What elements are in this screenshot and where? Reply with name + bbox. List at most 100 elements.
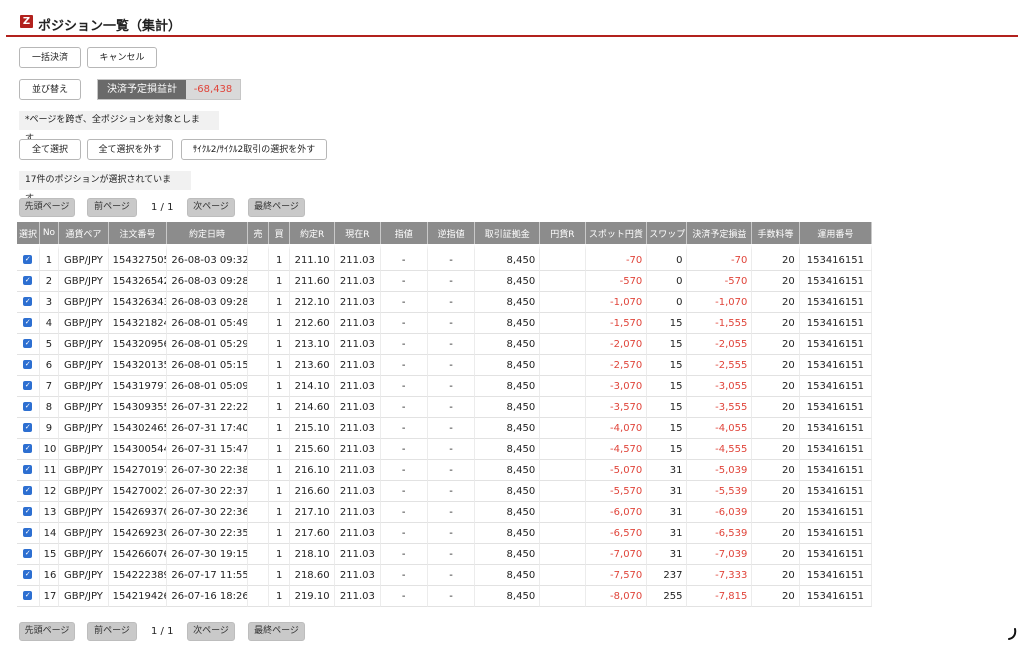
cell-buy: 1 [269, 313, 290, 334]
pager-first-button-bottom[interactable]: 先頭ページ [19, 622, 75, 641]
column-header[interactable]: 約定R [289, 222, 336, 244]
row-select-cell[interactable]: ✓ [17, 271, 40, 292]
column-header[interactable]: 運用番号 [799, 222, 872, 244]
pager-next-button-top[interactable]: 次ページ [187, 198, 235, 217]
pager-last-button-top[interactable]: 最終ページ [248, 198, 305, 217]
checkbox-checked-icon[interactable]: ✓ [23, 276, 33, 285]
row-select-cell[interactable]: ✓ [17, 397, 40, 418]
checkbox-checked-icon[interactable]: ✓ [23, 255, 33, 264]
table-row[interactable]: ✓ 10 GBP/JPY 154300544 26-07-31 15:47 1 215.60… [17, 439, 872, 460]
cell-pnl: -7,333 [687, 565, 753, 586]
cell-limit: - [380, 313, 428, 334]
column-header[interactable]: 通貨ペア [59, 222, 109, 244]
cell-date: 26-07-30 22:38 [167, 460, 248, 481]
cell-order: 154309355 [108, 397, 168, 418]
checkbox-checked-icon[interactable]: ✓ [23, 381, 33, 390]
deselect-all-button[interactable]: 全て選択を外す [87, 139, 173, 160]
column-header[interactable]: 約定日時 [167, 222, 248, 244]
table-row[interactable]: ✓ 11 GBP/JPY 154270197 26-07-30 22:38 1 216.10… [17, 460, 872, 481]
column-header[interactable]: 現在R [335, 222, 381, 244]
cell-date: 26-07-31 22:22 [167, 397, 248, 418]
column-header[interactable]: 逆指値 [427, 222, 476, 244]
cell-pnl: -6,039 [687, 502, 753, 523]
bulk-settle-button[interactable]: 一括決済 [19, 47, 81, 68]
checkbox-checked-icon[interactable]: ✓ [23, 507, 33, 516]
column-header[interactable]: 取引証拠金 [475, 222, 541, 244]
row-select-cell[interactable]: ✓ [17, 355, 40, 376]
checkbox-checked-icon[interactable]: ✓ [23, 297, 33, 306]
table-row[interactable]: ✓ 12 GBP/JPY 154270021 26-07-30 22:37 1 216.60… [17, 481, 872, 502]
cell-date: 26-08-03 09:32 [167, 244, 248, 271]
column-header[interactable]: 指値 [380, 222, 428, 244]
cell-rate: 213.60 [289, 355, 336, 376]
row-select-cell[interactable]: ✓ [17, 313, 40, 334]
checkbox-checked-icon[interactable]: ✓ [23, 402, 33, 411]
table-row[interactable]: ✓ 15 GBP/JPY 154266076 26-07-30 19:15 1 218.10… [17, 544, 872, 565]
cell-stop: - [427, 376, 476, 397]
table-row[interactable]: ✓ 16 GBP/JPY 154222389 26-07-17 11:55 1 218.60… [17, 565, 872, 586]
row-select-cell[interactable]: ✓ [17, 244, 40, 271]
row-select-cell[interactable]: ✓ [17, 439, 40, 460]
checkbox-checked-icon[interactable]: ✓ [23, 423, 33, 432]
column-header[interactable]: 注文番号 [108, 222, 168, 244]
cancel-button[interactable]: キャンセル [87, 47, 157, 68]
checkbox-checked-icon[interactable]: ✓ [23, 360, 33, 369]
table-row[interactable]: ✓ 13 GBP/JPY 154269370 26-07-30 22:36 1 217.10… [17, 502, 872, 523]
table-row[interactable]: ✓ 17 GBP/JPY 154219426 26-07-16 18:26 1 219.10… [17, 586, 872, 607]
cell-swap: 15 [647, 439, 688, 460]
deselect-cycle-button[interactable]: ｻｲｸﾙ2/ｻｲｸﾙ2取引の選択を外す [181, 139, 327, 160]
column-header[interactable]: スワップ [647, 222, 688, 244]
checkbox-checked-icon[interactable]: ✓ [23, 486, 33, 495]
cell-rate: 216.60 [289, 481, 336, 502]
checkbox-checked-icon[interactable]: ✓ [23, 591, 33, 600]
column-header[interactable]: 円貨R [540, 222, 586, 244]
table-row[interactable]: ✓ 1 GBP/JPY 154327505 26-08-03 09:32 1 211.10 2… [17, 244, 872, 271]
pager-prev-button-bottom[interactable]: 前ページ [87, 622, 137, 641]
row-select-cell[interactable]: ✓ [17, 292, 40, 313]
table-row[interactable]: ✓ 4 GBP/JPY 154321824 26-08-01 05:49 1 212.60 2… [17, 313, 872, 334]
table-row[interactable]: ✓ 7 GBP/JPY 154319797 26-08-01 05:09 1 214.10 2… [17, 376, 872, 397]
table-row[interactable]: ✓ 14 GBP/JPY 154269230 26-07-30 22:35 1 217.60… [17, 523, 872, 544]
row-select-cell[interactable]: ✓ [17, 544, 40, 565]
cell-stop: - [427, 565, 476, 586]
row-select-cell[interactable]: ✓ [17, 502, 40, 523]
table-row[interactable]: ✓ 5 GBP/JPY 154320956 26-08-01 05:29 1 213.10 2… [17, 334, 872, 355]
checkbox-checked-icon[interactable]: ✓ [23, 570, 33, 579]
table-row[interactable]: ✓ 3 GBP/JPY 154326343 26-08-03 09:28 1 212.10 2… [17, 292, 872, 313]
table-row[interactable]: ✓ 6 GBP/JPY 154320135 26-08-01 05:15 1 213.60 2… [17, 355, 872, 376]
row-select-cell[interactable]: ✓ [17, 460, 40, 481]
cell-rate: 212.60 [289, 313, 336, 334]
row-select-cell[interactable]: ✓ [17, 418, 40, 439]
pager-last-button-bottom[interactable]: 最終ページ [248, 622, 305, 641]
pager-next-button-bottom[interactable]: 次ページ [187, 622, 235, 641]
column-header[interactable]: 手数料等 [752, 222, 800, 244]
table-row[interactable]: ✓ 2 GBP/JPY 154326542 26-08-03 09:28 1 211.60 2… [17, 271, 872, 292]
cell-swap: 31 [647, 523, 688, 544]
row-select-cell[interactable]: ✓ [17, 334, 40, 355]
column-header[interactable]: 決済予定損益 [687, 222, 753, 244]
checkbox-checked-icon[interactable]: ✓ [23, 465, 33, 474]
checkbox-checked-icon[interactable]: ✓ [23, 339, 33, 348]
row-select-cell[interactable]: ✓ [17, 565, 40, 586]
cell-no: 17 [39, 586, 60, 607]
sort-button[interactable]: 並び替え [19, 79, 81, 100]
checkbox-checked-icon[interactable]: ✓ [23, 444, 33, 453]
select-all-button[interactable]: 全て選択 [19, 139, 81, 160]
row-select-cell[interactable]: ✓ [17, 376, 40, 397]
checkbox-checked-icon[interactable]: ✓ [23, 528, 33, 537]
pager-prev-button-top[interactable]: 前ページ [87, 198, 137, 217]
column-header[interactable]: No [39, 222, 60, 244]
row-select-cell[interactable]: ✓ [17, 481, 40, 502]
column-header[interactable]: 買 [269, 222, 290, 244]
checkbox-checked-icon[interactable]: ✓ [23, 549, 33, 558]
column-header[interactable]: スポット円貨 [585, 222, 648, 244]
cell-rate: 217.10 [289, 502, 336, 523]
table-row[interactable]: ✓ 8 GBP/JPY 154309355 26-07-31 22:22 1 214.60 2… [17, 397, 872, 418]
checkbox-checked-icon[interactable]: ✓ [23, 318, 33, 327]
row-select-cell[interactable]: ✓ [17, 523, 40, 544]
row-select-cell[interactable]: ✓ [17, 586, 40, 607]
pager-first-button-top[interactable]: 先頭ページ [19, 198, 75, 217]
column-header[interactable]: 売 [247, 222, 270, 244]
table-row[interactable]: ✓ 9 GBP/JPY 154302465 26-07-31 17:40 1 215.10 2… [17, 418, 872, 439]
cell-order: 154327505 [108, 244, 168, 271]
